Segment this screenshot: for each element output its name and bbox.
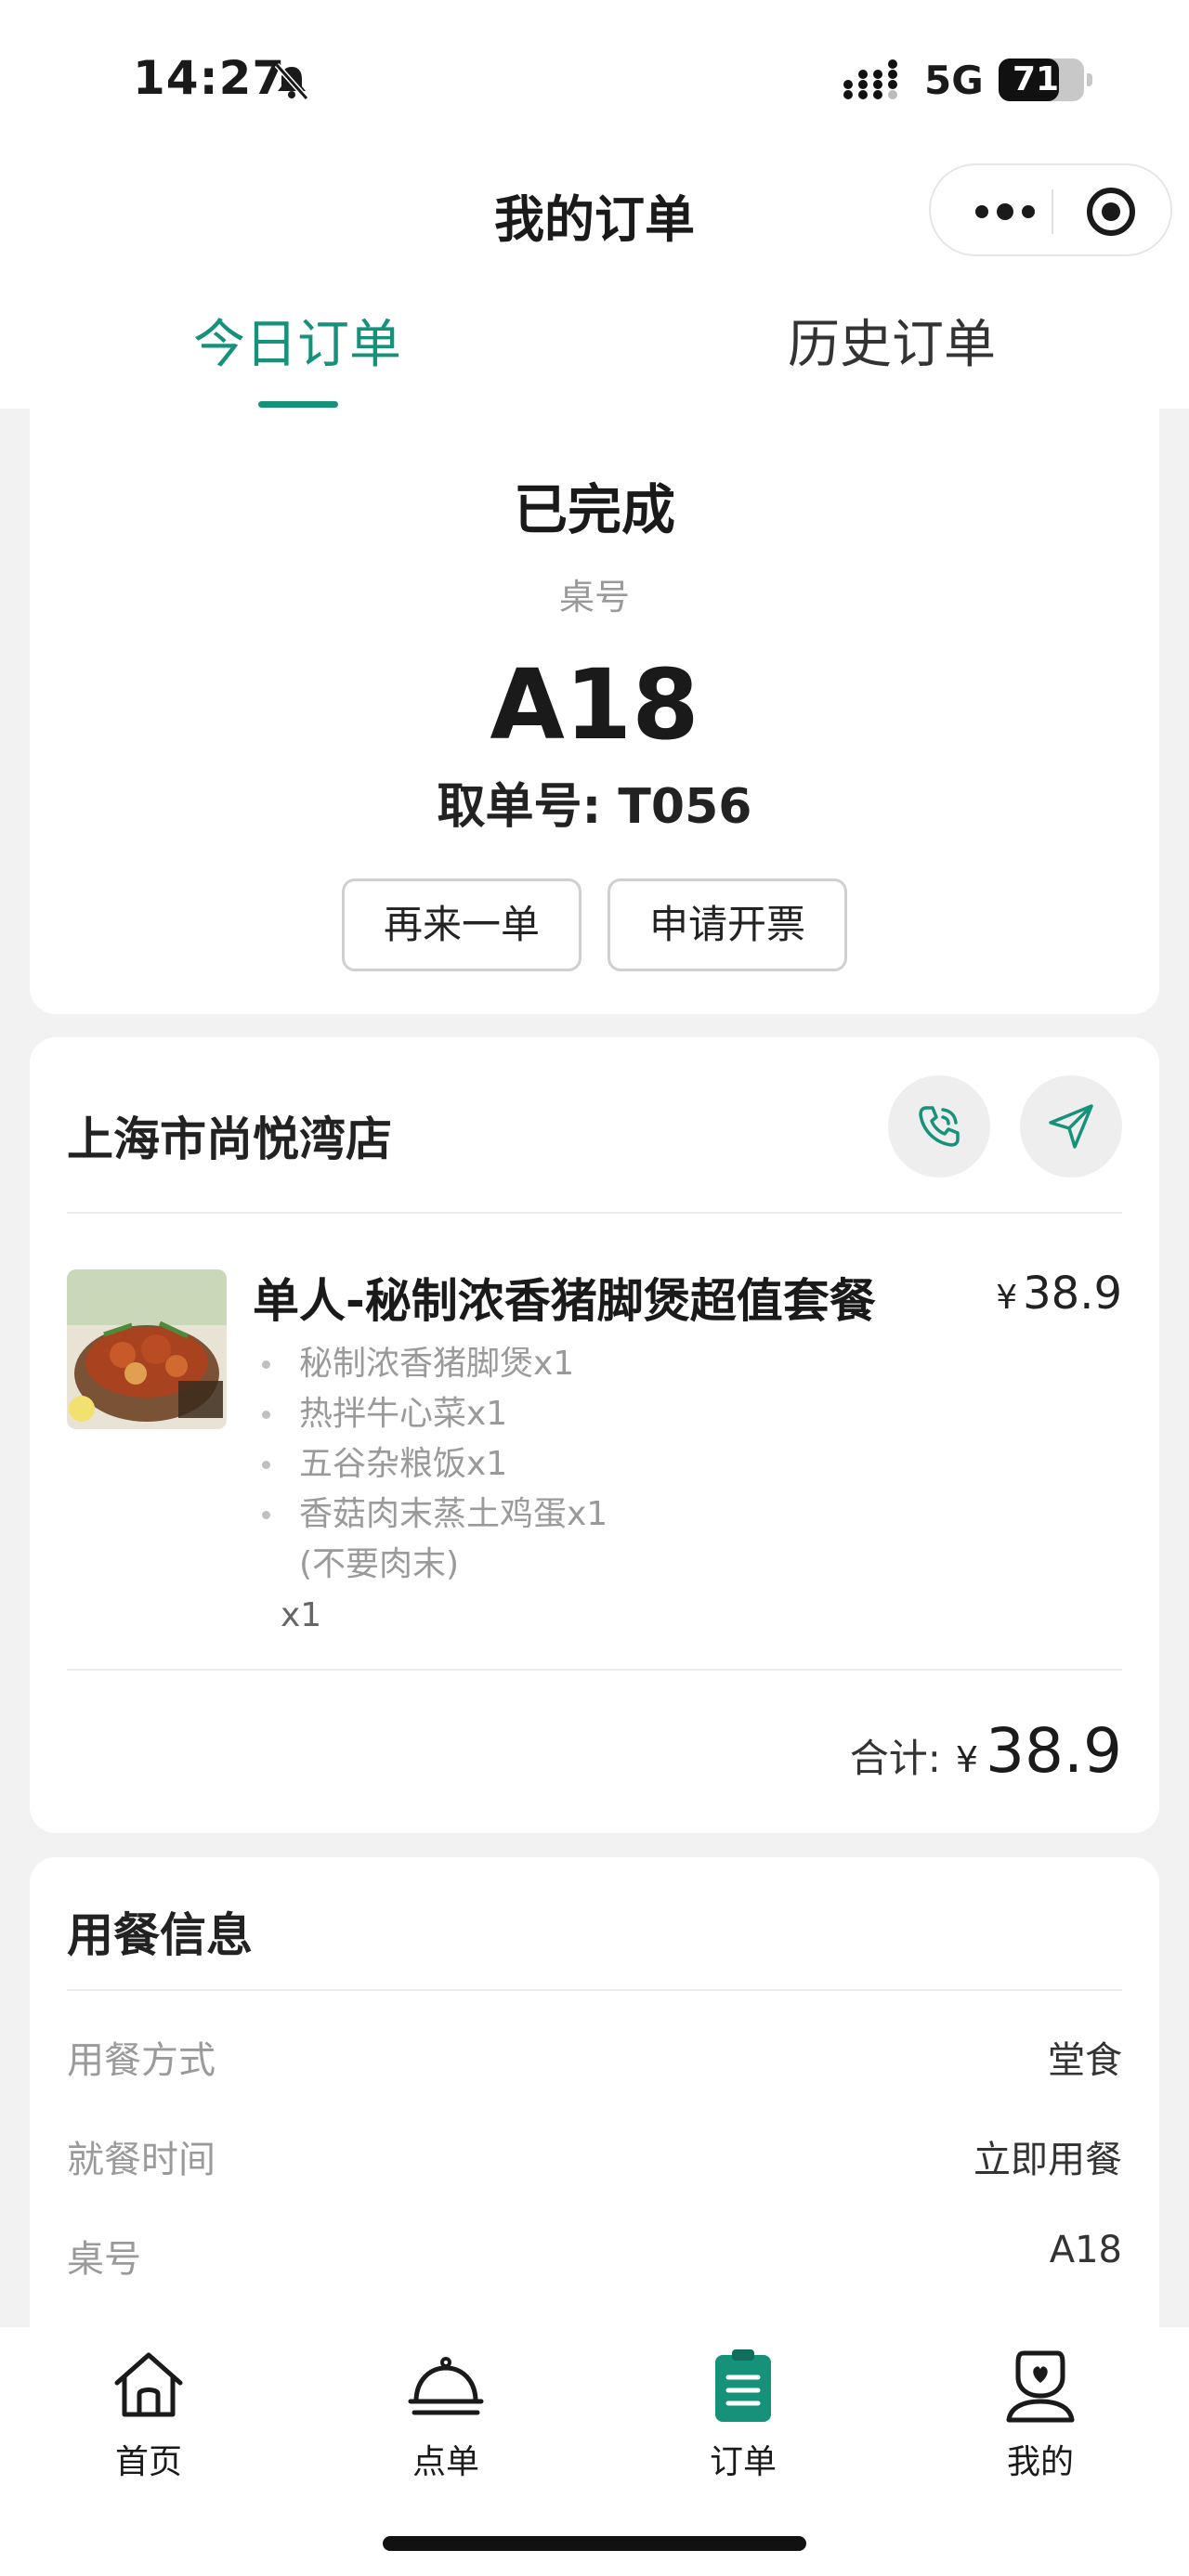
- info-label: 用餐方式: [67, 2039, 216, 2082]
- info-value: 堂食: [1048, 2039, 1122, 2082]
- tabbar-orders[interactable]: 订单: [594, 2346, 892, 2485]
- tabbar-label: 我的: [1006, 2443, 1074, 2481]
- dish-quantity: x1: [281, 1596, 322, 1634]
- divider: [67, 1212, 1122, 1214]
- battery-level: 71: [1012, 60, 1060, 98]
- set-meal-items: 秘制浓香猪脚煲x1 热拌牛心菜x1 五谷杂粮饭x1 香菇肉末蒸土鸡蛋x1 (不要…: [260, 1336, 608, 1587]
- status-time: 14:27: [133, 51, 286, 105]
- bell-muted-icon: [274, 63, 309, 100]
- currency-symbol: ¥: [955, 1739, 979, 1780]
- tabbar-label: 订单: [709, 2443, 777, 2481]
- dining-time-row: 就餐时间 立即用餐: [67, 2129, 1122, 2185]
- order-status: 已完成: [513, 478, 675, 541]
- pickup-number: 取单号: T056: [437, 779, 752, 835]
- divider: [67, 1989, 1122, 1991]
- info-value: A18: [1049, 2229, 1122, 2271]
- navigate-store-button[interactable]: [1020, 1075, 1122, 1177]
- list-item: 秘制浓香猪脚煲x1: [260, 1336, 608, 1386]
- tab-today-orders[interactable]: 今日订单: [0, 303, 594, 378]
- network-type: 5G: [924, 58, 984, 103]
- table-number-row: 桌号 A18: [67, 2229, 1122, 2284]
- table-label: 桌号: [558, 577, 630, 618]
- item-note: (不要肉末): [299, 1545, 460, 1583]
- phone-icon: [919, 1106, 960, 1147]
- tabbar-order-food[interactable]: 点单: [297, 2346, 594, 2485]
- clipboard-icon: [715, 2349, 771, 2422]
- miniprogram-capsule: [929, 163, 1172, 256]
- more-icon[interactable]: [959, 189, 1052, 234]
- order-total: 合计: ¥ 38.9: [850, 1715, 1122, 1787]
- tabbar-label: 点单: [412, 2443, 479, 2481]
- dish-name: 单人-秘制浓香猪脚煲超值套餐: [253, 1274, 876, 1328]
- home-indicator: [383, 2536, 806, 2551]
- invoice-button[interactable]: 申请开票: [608, 878, 847, 971]
- status-bar: 14:27 5G 71: [0, 0, 1189, 158]
- call-store-button[interactable]: [888, 1075, 990, 1177]
- info-label: 就餐时间: [67, 2139, 216, 2181]
- dining-info-title: 用餐信息: [67, 1908, 253, 1962]
- divider: [67, 1669, 1122, 1671]
- store-name: 上海市尚悦湾店: [67, 1112, 392, 1166]
- dining-method-row: 用餐方式 堂食: [67, 2030, 1122, 2086]
- order-detail-card: 上海市尚悦湾店 单人-秘制浓香猪脚煲超值套餐 ¥38.9 秘制浓香猪脚煲x1 热…: [30, 1037, 1159, 1833]
- cloche-icon: [408, 2357, 484, 2415]
- close-miniprogram-icon[interactable]: [1087, 188, 1135, 236]
- list-item: 香菇肉末蒸土鸡蛋x1: [260, 1487, 608, 1537]
- signal-icon: [843, 59, 897, 99]
- list-item: 热拌牛心菜x1: [260, 1386, 608, 1437]
- profile-icon: [1006, 2350, 1075, 2423]
- info-value: 立即用餐: [973, 2139, 1122, 2181]
- table-number: A18: [490, 648, 699, 761]
- home-icon: [114, 2352, 183, 2417]
- list-item: 五谷杂粮饭x1: [260, 1437, 608, 1487]
- tab-history-orders[interactable]: 历史订单: [594, 303, 1189, 378]
- currency-symbol: ¥: [996, 1279, 1018, 1317]
- reorder-button[interactable]: 再来一单: [342, 878, 581, 971]
- dish-price: ¥38.9: [996, 1268, 1122, 1320]
- navigation-icon: [1049, 1104, 1093, 1149]
- order-status-card: 已完成 桌号 A18 取单号: T056 再来一单 申请开票: [30, 409, 1159, 1014]
- dish-price-value: 38.9: [1023, 1268, 1122, 1320]
- tabbar-label: 首页: [114, 2443, 182, 2481]
- info-label: 桌号: [67, 2238, 141, 2281]
- battery-icon: 71: [999, 59, 1092, 101]
- tabbar-mine[interactable]: 我的: [892, 2346, 1189, 2485]
- total-amount: 38.9: [986, 1715, 1122, 1787]
- total-label: 合计:: [849, 1736, 941, 1781]
- active-tab-indicator: [258, 401, 338, 408]
- dish-image: [67, 1269, 227, 1429]
- tabbar-home[interactable]: 首页: [0, 2346, 297, 2485]
